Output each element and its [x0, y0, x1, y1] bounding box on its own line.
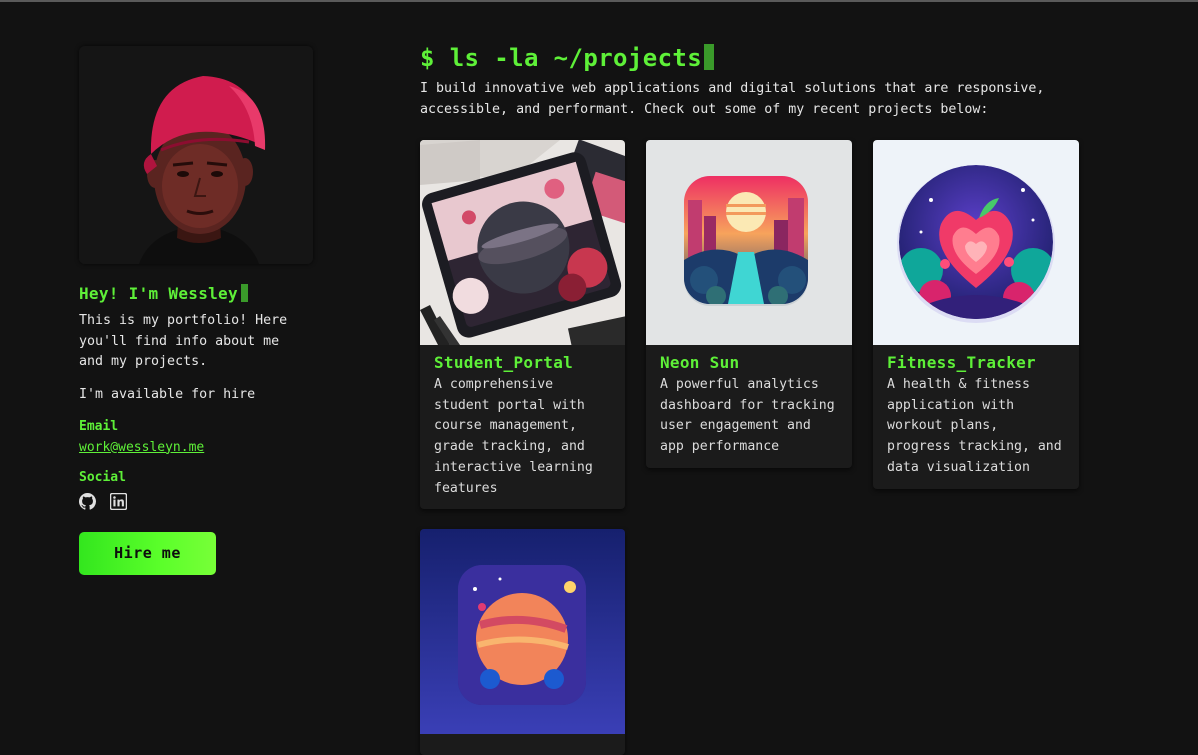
- profile-sidebar: Hey! I'm Wessley This is my portfolio! H…: [79, 46, 319, 575]
- window-top-border: [0, 0, 1198, 2]
- intro-text: This is my portfolio! Here you'll find i…: [79, 313, 288, 369]
- project-thumbnail: [420, 529, 625, 735]
- terminal-cursor: [704, 44, 715, 70]
- project-thumbnail: [420, 140, 625, 345]
- hire-me-button[interactable]: Hire me: [79, 531, 216, 575]
- project-title: Fitness_Tracker: [887, 353, 1036, 372]
- project-title: Neon Sun: [660, 353, 740, 372]
- availability-text: I'm available for hire: [79, 386, 256, 402]
- github-icon[interactable]: [79, 492, 96, 510]
- profile-avatar: [79, 46, 313, 264]
- project-description: A health & fitness application with work…: [887, 377, 1062, 475]
- projects-section: $ ls -la ~/projects I build innovative w…: [420, 44, 1100, 755]
- greeting-heading: Hey! I'm Wessley: [79, 284, 319, 303]
- project-card-fitness-tracker[interactable]: Fitness_Tracker A health & fitness appli…: [873, 140, 1079, 489]
- project-card-student-portal[interactable]: Student_Portal A comprehensive student p…: [420, 140, 625, 510]
- projects-heading: $ ls -la ~/projects: [420, 44, 1100, 72]
- email-link[interactable]: work@wessleyn.me: [79, 440, 204, 455]
- social-links: [79, 492, 319, 510]
- project-card-planet[interactable]: [420, 529, 625, 755]
- project-title: Student_Portal: [434, 353, 574, 372]
- project-thumbnail: [873, 140, 1079, 345]
- project-card-neon-sun[interactable]: Neon Sun A powerful analytics dashboard …: [646, 140, 852, 468]
- project-thumbnail: [646, 140, 852, 345]
- projects-grid: Student_Portal A comprehensive student p…: [420, 140, 1100, 755]
- social-label: Social: [79, 469, 126, 485]
- terminal-cursor: [240, 284, 248, 302]
- project-description: A powerful analytics dashboard for track…: [660, 377, 835, 455]
- project-description: A comprehensive student portal with cour…: [434, 377, 593, 496]
- linkedin-icon[interactable]: [110, 492, 127, 510]
- projects-lead-text: I build innovative web applications and …: [420, 81, 1045, 117]
- email-label: Email: [79, 418, 119, 434]
